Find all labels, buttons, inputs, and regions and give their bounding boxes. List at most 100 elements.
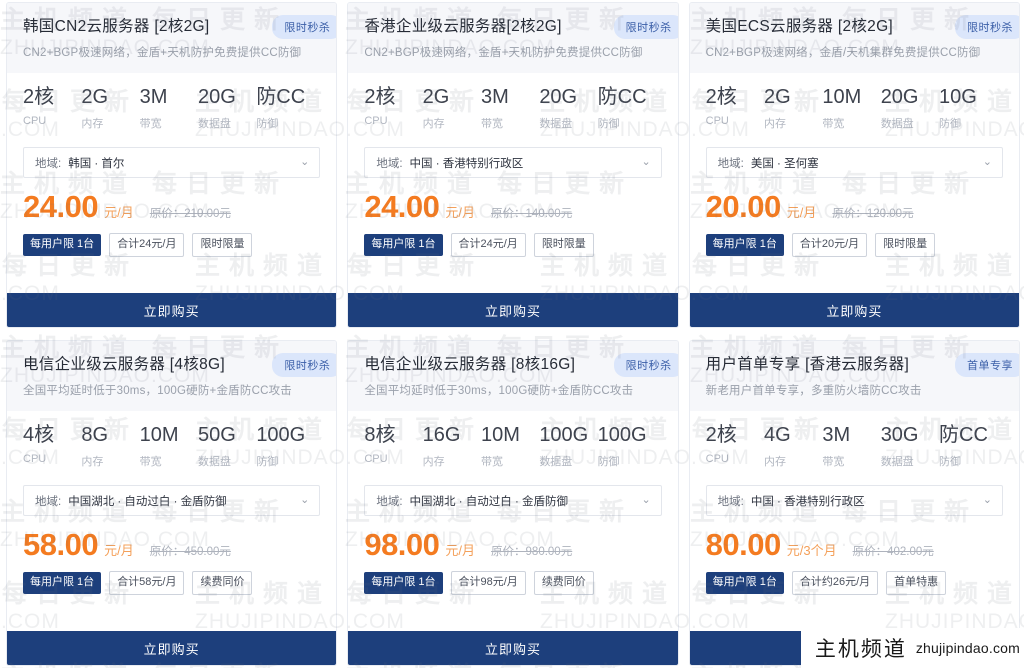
- chevron-down-icon[interactable]: ⌄: [635, 157, 650, 168]
- spec-item: 4核 CPU: [23, 425, 81, 466]
- price-row: 20.00 元/月 原价：120.00元: [706, 191, 1003, 222]
- spec-value: 20G: [539, 86, 578, 109]
- original-price: 原价：120.00元: [832, 208, 914, 221]
- chevron-down-icon[interactable]: ⌄: [977, 157, 992, 168]
- spec-value: 10M: [480, 424, 520, 447]
- spec-label: CPU: [705, 453, 729, 466]
- spec-label: 数据盘: [539, 118, 573, 131]
- spec-item: 3M 带宽: [481, 87, 539, 131]
- spec-value: 100G: [256, 424, 306, 447]
- spec-label: 防御: [256, 118, 279, 131]
- spec-item: 2G 内存: [764, 87, 822, 131]
- info-tag: 合计20元/月: [791, 233, 868, 257]
- spec-label: 数据盘: [880, 118, 914, 131]
- spec-list: 2核 CPU 4G 内存 3M 带宽 30G 数据盘 防CC 防御: [706, 425, 1003, 469]
- spec-label: CPU: [23, 115, 47, 128]
- spec-label: CPU: [364, 115, 388, 128]
- spec-value: 防CC: [597, 86, 647, 109]
- spec-item: 30G 数据盘: [881, 425, 939, 469]
- promo-badge: 限时秒杀: [272, 15, 337, 39]
- spec-item: 4G 内存: [764, 425, 822, 469]
- region-select[interactable]: 地域: 美国 · 圣何塞 ⌄: [705, 147, 1003, 179]
- buy-now-button[interactable]: 立即购买: [348, 293, 678, 327]
- spec-value: 10M: [139, 424, 179, 447]
- chevron-down-icon[interactable]: ⌄: [977, 495, 992, 506]
- spec-item: 100G 防御: [256, 425, 320, 469]
- spec-list: 8核 CPU 16G 内存 10M 带宽 100G 数据盘 100G 防御: [364, 425, 661, 469]
- info-tag: 合计约26元/月: [791, 571, 879, 595]
- spec-value: 50G: [197, 424, 236, 447]
- chevron-down-icon[interactable]: ⌄: [635, 495, 650, 506]
- spec-value: 3M: [139, 86, 168, 109]
- card-header: 用户首单专享 [香港云服务器] 新老用户首单专享，多重防火墙防CC攻击 首单专享: [689, 341, 1019, 412]
- buy-now-button[interactable]: 立即购买: [7, 293, 337, 327]
- spec-item: 2G 内存: [423, 87, 481, 131]
- region-select[interactable]: 地域: 中国湖北 · 自动过白 · 金盾防御 ⌄: [23, 485, 321, 517]
- region-label: 地域:: [376, 157, 403, 170]
- chevron-down-icon[interactable]: ⌄: [294, 495, 309, 506]
- tag-list: 每用户限 1台 合计24元/月 限时限量: [364, 233, 661, 257]
- original-price: 原价：210.00元: [149, 208, 231, 221]
- product-card: 韩国CN2云服务器 [2核2G] CN2+BGP极速网络，金盾+天机防护免费提供C…: [6, 2, 338, 328]
- price-amount: 98.00: [364, 527, 440, 563]
- spec-item: 50G 数据盘: [198, 425, 256, 469]
- spec-label: 带宽: [139, 456, 162, 469]
- spec-item: 防CC 防御: [598, 87, 662, 131]
- promo-badge: 限时秒杀: [955, 15, 1019, 39]
- region-label: 地域:: [717, 157, 744, 170]
- spec-value: 100G: [539, 424, 589, 447]
- spec-value: 16G: [422, 424, 461, 447]
- spec-item: 2核 CPU: [706, 87, 764, 128]
- tag-list: 每用户限 1台 合计24元/月 限时限量: [23, 233, 320, 257]
- buy-now-button[interactable]: 立即购买: [348, 631, 678, 665]
- logo-domain-text: zhujipindao.com: [915, 640, 1020, 656]
- spec-value: 100G: [597, 424, 647, 447]
- spec-value: 防CC: [256, 86, 306, 109]
- buy-now-button[interactable]: 立即购买: [689, 293, 1019, 327]
- card-subtitle: 全国平均延时低于30ms，100G硬防+金盾防CC攻击: [364, 385, 634, 398]
- info-tag: 合计98元/月: [450, 571, 526, 595]
- spec-item: 2核 CPU: [23, 87, 81, 128]
- info-tag: 合计24元/月: [109, 233, 185, 257]
- region-select[interactable]: 地域: 韩国 · 首尔 ⌄: [23, 147, 321, 179]
- card-subtitle: CN2+BGP极速网络，金盾+天机防护免费提供CC防御: [23, 47, 302, 60]
- region-selected-value: 韩国 · 首尔: [68, 157, 125, 170]
- spec-value: 2G: [81, 86, 109, 109]
- price-amount: 80.00: [705, 527, 782, 563]
- original-price: 原价：450.00元: [149, 546, 231, 559]
- spec-value: 10G: [939, 86, 977, 109]
- spec-item: 防CC 防御: [256, 87, 320, 131]
- region-select[interactable]: 地域: 中国 · 香港特别行政区 ⌄: [364, 147, 662, 179]
- spec-label: 内存: [764, 118, 786, 131]
- limit-tag: 每用户限 1台: [705, 572, 784, 594]
- price-row: 80.00 元/3个月 原价：402.00元: [706, 529, 1003, 560]
- card-header: 电信企业级云服务器 [8核16G] 全国平均延时低于30ms，100G硬防+金盾防…: [348, 341, 678, 412]
- card-subtitle: 新老用户首单专享，多重防火墙防CC攻击: [705, 385, 922, 398]
- product-card: 电信企业级云服务器 [8核16G] 全国平均延时低于30ms，100G硬防+金盾防…: [347, 340, 679, 666]
- price-amount: 58.00: [23, 527, 99, 563]
- card-body: 2核 CPU 4G 内存 3M 带宽 30G 数据盘 防CC 防御 地域: 中国 · 香港特别行政区 ⌄…: [690, 411, 1019, 618]
- chevron-down-icon[interactable]: ⌄: [294, 157, 309, 168]
- spec-item: 8G 内存: [81, 425, 139, 469]
- region-selected-value: 中国 · 香港特别行政区: [750, 495, 865, 508]
- limit-tag: 每用户限 1台: [364, 234, 443, 256]
- product-card: 用户首单专享 [香港云服务器] 新老用户首单专享，多重防火墙防CC攻击 首单专享 2核…: [688, 340, 1020, 666]
- original-price: 原价：140.00元: [491, 208, 573, 221]
- spec-value: 20G: [197, 86, 236, 109]
- spec-value: 2核: [705, 424, 737, 447]
- spec-label: 防御: [597, 118, 620, 131]
- info-tag: 限时限量: [533, 233, 594, 257]
- spec-item: 3M 带宽: [140, 87, 198, 131]
- spec-list: 2核 CPU 2G 内存 10M 带宽 20G 数据盘 10G 防御: [706, 87, 1003, 131]
- region-select[interactable]: 地域: 中国湖北 · 自动过白 · 金盾防御 ⌄: [364, 485, 662, 517]
- spec-label: 带宽: [139, 118, 162, 131]
- spec-value: 2G: [764, 86, 791, 109]
- spec-item: 10M 带宽: [140, 425, 198, 469]
- spec-label: 数据盘: [539, 456, 573, 469]
- buy-now-button[interactable]: 立即购买: [7, 631, 337, 665]
- card-body: 2核 CPU 2G 内存 3M 带宽 20G 数据盘 防CC 防御 地域: 中国 · 香港特别行政区 ⌄…: [348, 73, 677, 280]
- spec-value: 防CC: [939, 424, 988, 447]
- spec-label: 防御: [597, 456, 620, 469]
- price-unit: 元/月: [445, 205, 476, 221]
- region-select[interactable]: 地域: 中国 · 香港特别行政区 ⌄: [705, 485, 1003, 517]
